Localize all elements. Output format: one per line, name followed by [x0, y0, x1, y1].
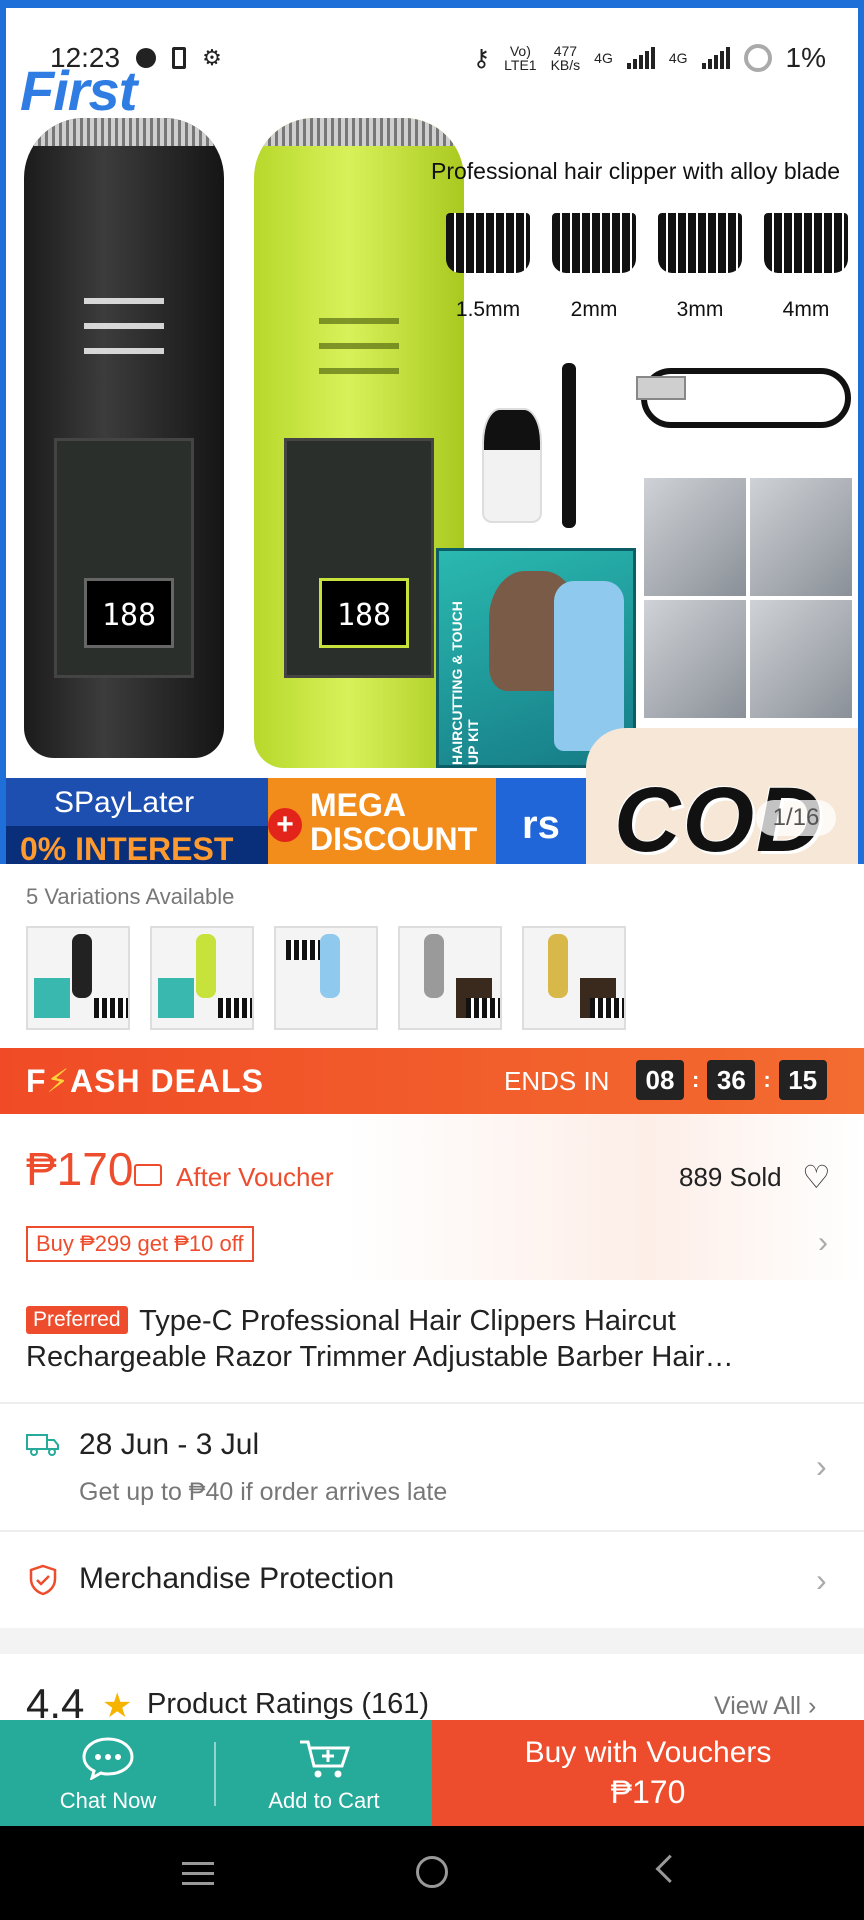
variation-thumb-silver[interactable] — [398, 926, 502, 1030]
recent-apps-icon[interactable] — [182, 1862, 214, 1886]
timer-seconds: 15 — [778, 1060, 827, 1100]
mega-discount-banner: + MEGA DISCOUNT — [268, 778, 518, 864]
status-time: 12:23 — [50, 42, 121, 73]
cart-icon — [300, 1740, 351, 1778]
green-clipper-image: 188 — [254, 118, 464, 768]
image-counter: 1/16 — [756, 800, 836, 836]
preferred-badge: Preferred — [26, 1306, 128, 1334]
guard-combs — [446, 213, 848, 273]
image-headline: Professional hair clipper with alloy bla… — [431, 158, 841, 184]
chat-now-button[interactable]: Chat Now — [0, 1720, 216, 1826]
truck-icon — [26, 1434, 59, 1456]
usb-plug-image — [636, 376, 686, 400]
voucher-icon — [134, 1164, 162, 1186]
led-display: 188 — [319, 578, 409, 648]
buy-label: Buy with Vouchers — [524, 1736, 772, 1769]
bottom-action-bar: Chat Now Add to Cart Buy with Vouchers ₱… — [0, 1720, 864, 1826]
variations-section: 5 Variations Available — [0, 864, 864, 1048]
ends-in-label: ENDS IN — [504, 1066, 610, 1096]
chat-icon — [82, 1737, 134, 1780]
timer-hours: 08 — [636, 1060, 684, 1100]
buy-with-vouchers-button[interactable]: Buy with Vouchers ₱170 — [432, 1720, 864, 1826]
cleaning-brush-image — [562, 363, 576, 528]
oil-bottle-image — [482, 408, 542, 523]
battery-saver-icon — [172, 47, 187, 69]
late-delivery-guarantee: Get up to ₱40 if order arrives late — [79, 1478, 448, 1506]
add-to-cart-button[interactable]: Add to Cart — [216, 1720, 432, 1826]
discount-label: DISCOUNT — [310, 821, 478, 857]
view-all-link[interactable]: View All › — [714, 1692, 816, 1720]
product-image-gallery[interactable]: 12:23 ⚙ ⚷ Vo) LTE1 477 KB/s 4G 4G 1% First — [0, 0, 864, 864]
ratings-label: Product Ratings (161) — [147, 1688, 430, 1720]
signal-2-icon — [701, 47, 730, 69]
guard-labels: 1.5mm 2mm 3mm 4mm — [446, 298, 848, 322]
spaylater-banner: SPayLater 0% INTEREST — [6, 778, 286, 864]
guard-label: 1.5mm — [455, 298, 521, 321]
status-bar: 12:23 ⚙ ⚷ Vo) LTE1 477 KB/s 4G 4G 1% — [6, 8, 858, 108]
signal-1-type: 4G — [594, 50, 613, 66]
product-title-text: Type-C Professional Hair Clippers Haircu… — [26, 1305, 734, 1373]
sold-count: 889 Sold — [679, 1162, 782, 1192]
chat-now-label: Chat Now — [59, 1788, 157, 1813]
add-to-cart-label: Add to Cart — [268, 1788, 380, 1813]
after-voucher-label: After Voucher — [176, 1162, 334, 1192]
rating-score: 4.4 — [26, 1680, 85, 1720]
system-nav-bar — [0, 1826, 864, 1920]
variation-thumb-blue[interactable] — [274, 926, 378, 1030]
led-display: 188 — [84, 578, 174, 648]
flash-deals-bar[interactable]: F⚡ASH DEALS ENDS IN 08 : 36 : 15 — [0, 1048, 864, 1114]
countdown-timer: 08 : 36 : 15 — [636, 1060, 827, 1100]
buy-price: ₱170 — [610, 1774, 686, 1810]
product-title: Preferred Type-C Professional Hair Clipp… — [26, 1303, 838, 1375]
star-icon: ★ — [102, 1687, 133, 1720]
heart-icon[interactable]: ♡ — [802, 1158, 831, 1196]
shipping-row[interactable]: 28 Jun - 3 Jul Get up to ₱40 if order ar… — [0, 1404, 864, 1530]
plus-icon: + — [268, 808, 302, 842]
delivery-date: 28 Jun - 3 Jul — [79, 1428, 260, 1461]
variations-label: 5 Variations Available — [26, 884, 235, 909]
volte-indicator: Vo) LTE1 — [504, 43, 537, 73]
cod-badge: COD — [586, 728, 858, 864]
price-section: ₱170 After Voucher 889 Sold ♡ Buy ₱299 g… — [0, 1114, 864, 1280]
interest-label: 0% INTEREST — [6, 826, 286, 864]
guard-label: 4mm — [782, 298, 830, 321]
box-side-text: HAIRCUTTING & TOUCH UP KIT — [449, 601, 481, 765]
price-amount: ₱170 — [26, 1143, 134, 1195]
signal-2-type: 4G — [668, 50, 688, 66]
shield-icon — [29, 1564, 57, 1596]
variation-thumb-yellow[interactable] — [150, 926, 254, 1030]
key-icon: ⚷ — [472, 44, 491, 72]
chevron-right-icon: › — [816, 1562, 827, 1598]
variation-thumb-gold[interactable] — [522, 926, 626, 1030]
net-speed: 477 KB/s — [550, 43, 581, 73]
mega-label: MEGA — [310, 787, 406, 823]
bolt-icon: ⚡ — [46, 1063, 71, 1099]
variation-thumb-black[interactable] — [26, 926, 130, 1030]
settings-icon: ⚙ — [202, 45, 222, 70]
timer-minutes: 36 — [707, 1060, 756, 1100]
haircut-photos — [644, 478, 852, 718]
product-page: 12:23 ⚙ ⚷ Vo) LTE1 477 KB/s 4G 4G 1% First — [0, 0, 864, 1920]
message-icon — [136, 48, 157, 68]
black-clipper-image: 188 — [24, 118, 224, 758]
chevron-right-icon[interactable]: › — [818, 1226, 828, 1260]
bundle-promo-tag[interactable]: Buy ₱299 get ₱10 off — [26, 1226, 254, 1262]
guard-label: 2mm — [570, 298, 618, 321]
battery-percent: 1% — [785, 42, 826, 73]
section-gap — [0, 1628, 864, 1654]
merchandise-protection-row[interactable]: Merchandise Protection › — [0, 1532, 864, 1628]
signal-1-icon — [626, 47, 655, 69]
guard-label: 3mm — [676, 298, 724, 321]
battery-icon — [743, 44, 772, 72]
protection-label: Merchandise Protection — [79, 1562, 395, 1595]
flash-deals-title: F⚡ASH DEALS — [26, 1063, 264, 1099]
back-icon[interactable] — [655, 1854, 684, 1883]
chevron-right-icon: › — [816, 1448, 827, 1484]
home-icon[interactable] — [416, 1856, 448, 1888]
ratings-row[interactable]: 4.4 ★ Product Ratings (161) View All › — [0, 1654, 864, 1720]
promo-banner: SPayLater 0% INTEREST + MEGA DISCOUNT rs … — [6, 728, 858, 864]
spaylater-label: SPayLater — [54, 786, 195, 819]
